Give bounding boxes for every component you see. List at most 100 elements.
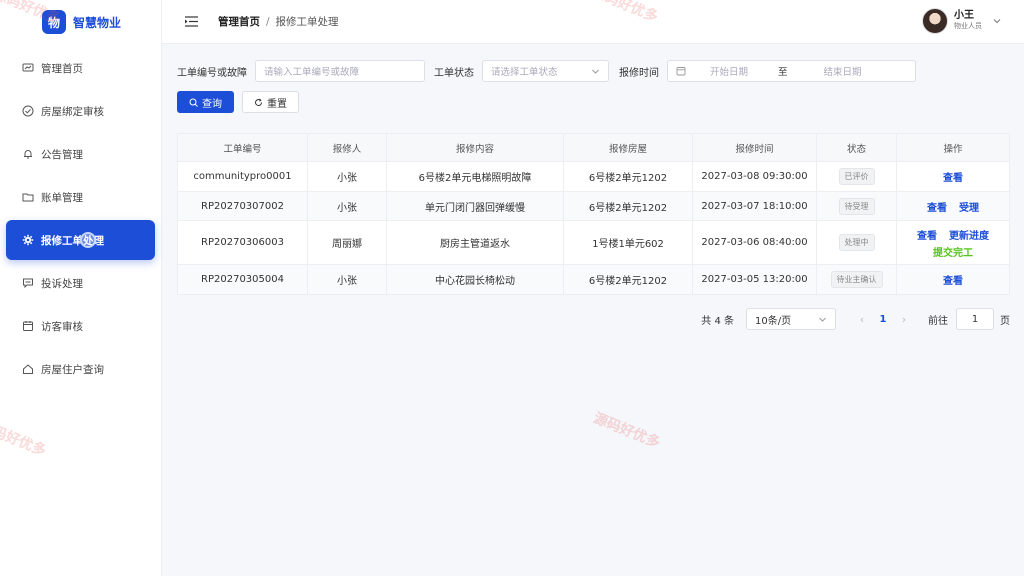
content-cell: 单元门闭门器回弹缓慢: [387, 192, 564, 220]
actions-cell: 查看 更新进度 提交完工: [897, 221, 1009, 264]
user-name: 小王: [954, 10, 974, 21]
house-cell: 6号楼2单元1202: [564, 192, 693, 220]
goto-label: 前往: [928, 315, 948, 327]
breadcrumb: 管理首页 / 报修工单处理: [218, 14, 339, 29]
column-header: 状态: [817, 134, 897, 161]
table-row: communitypro0001 小张 6号楼2单元电梯照明故障 6号楼2单元1…: [178, 162, 1009, 192]
dashboard-icon: [22, 62, 34, 74]
chevron-down-icon: [818, 315, 827, 324]
status-badge: 处理中: [838, 234, 875, 251]
sidebar-item-dashboard[interactable]: 管理首页: [6, 48, 155, 88]
search-button[interactable]: 查询: [177, 91, 234, 113]
order-id-cell: RP20270307002: [178, 192, 308, 220]
time-cell: 2027-03-06 08:40:00: [693, 221, 817, 264]
status-cell: 待业主确认: [817, 265, 897, 294]
home-icon: [22, 363, 34, 375]
avatar: [922, 8, 948, 34]
house-cell: 1号楼1单元602: [564, 221, 693, 264]
chat-icon: [22, 277, 34, 289]
gear-icon: [22, 234, 34, 246]
sidebar-item-visitors[interactable]: 访客审核: [6, 306, 155, 346]
bell-icon: [22, 148, 34, 160]
breadcrumb-separator: /: [266, 15, 270, 28]
order-id-cell: RP20270306003: [178, 221, 308, 264]
user-info: 小王 物业人员: [954, 10, 982, 32]
start-date-placeholder[interactable]: 开始日期: [710, 64, 748, 78]
submit-complete-link[interactable]: 提交完工: [933, 244, 973, 259]
watermark: 源码好优多: [591, 410, 663, 452]
status-cell: 已评价: [817, 162, 897, 191]
search-icon: [189, 98, 198, 107]
top-header: 管理首页 / 报修工单处理 小王 物业人员: [162, 0, 1024, 44]
sidebar-item-house-binding[interactable]: 房屋绑定审核: [6, 91, 155, 131]
mouse-cursor-indicator: [80, 232, 96, 248]
view-link[interactable]: 查看: [943, 272, 963, 287]
reporter-cell: 周丽娜: [308, 221, 387, 264]
chevron-down-icon: [992, 16, 1002, 26]
page-size-value: 10条/页: [755, 315, 792, 327]
sidebar-item-complaints[interactable]: 投诉处理: [6, 263, 155, 303]
actions-cell: 查看: [897, 265, 1009, 294]
table-header-row: 工单编号 报修人 报修内容 报修房屋 报修时间 状态 操作: [178, 134, 1009, 162]
status-select[interactable]: 请选择工单状态: [482, 60, 609, 82]
brand[interactable]: 物 智慧物业: [0, 0, 161, 44]
user-role: 物业人员: [954, 22, 982, 30]
goto-page-input[interactable]: 1: [956, 308, 994, 330]
next-page-button[interactable]: ›: [898, 313, 910, 326]
sidebar-item-residents[interactable]: 房屋住户查询: [6, 349, 155, 389]
sidebar: 物 智慧物业 管理首页 房屋绑定审核 公告管理 账单管理 报修工单处理 投诉处理: [0, 0, 162, 576]
brand-name: 智慧物业: [73, 15, 122, 30]
check-circle-icon: [22, 105, 34, 117]
reset-button-label: 重置: [267, 98, 287, 110]
reporter-cell: 小张: [308, 192, 387, 220]
column-header: 报修房屋: [564, 134, 693, 161]
view-link[interactable]: 查看: [927, 199, 947, 214]
end-date-placeholder[interactable]: 结束日期: [824, 64, 862, 78]
breadcrumb-home[interactable]: 管理首页: [218, 14, 260, 29]
table-row: RP20270307002 小张 单元门闭门器回弹缓慢 6号楼2单元1202 2…: [178, 192, 1009, 221]
column-header: 报修内容: [387, 134, 564, 161]
status-cell: 处理中: [817, 221, 897, 264]
order-id-cell: communitypro0001: [178, 162, 308, 191]
actions-cell: 查看: [897, 162, 1009, 191]
menu-toggle-icon[interactable]: [184, 15, 198, 29]
column-header: 操作: [943, 143, 963, 155]
sidebar-item-repair-orders[interactable]: 报修工单处理: [6, 220, 155, 260]
date-range-picker[interactable]: 开始日期 至 结束日期: [667, 60, 916, 82]
column-header: 工单编号: [178, 134, 308, 161]
brand-logo: 物: [42, 10, 66, 34]
sidebar-item-notices[interactable]: 公告管理: [6, 134, 155, 174]
status-cell: 待受理: [817, 192, 897, 220]
table-row: RP20270305004 小张 中心花园长椅松动 6号楼2单元1202 202…: [178, 265, 1009, 294]
calendar-icon: [676, 66, 686, 76]
page-navigation: ‹ 1 ›: [856, 313, 910, 326]
time-cell: 2027-03-05 13:20:00: [693, 265, 817, 294]
sidebar-item-label: 账单管理: [41, 191, 83, 204]
view-link[interactable]: 查看: [943, 169, 963, 184]
order-search-input[interactable]: 请输入工单编号或故障: [255, 60, 425, 82]
sidebar-item-label: 房屋绑定审核: [41, 105, 104, 118]
prev-page-button[interactable]: ‹: [856, 313, 868, 326]
column-header: 报修时间: [693, 134, 817, 161]
accept-link[interactable]: 受理: [959, 199, 979, 214]
chevron-down-icon: [591, 67, 600, 76]
house-cell: 6号楼2单元1202: [564, 265, 693, 294]
status-badge: 待业主确认: [830, 271, 883, 288]
reset-button[interactable]: 重置: [242, 91, 299, 113]
view-link[interactable]: 查看: [917, 227, 937, 242]
date-range-separator: 至: [778, 67, 788, 78]
page-number-current[interactable]: 1: [868, 314, 898, 325]
page-size-select[interactable]: 10条/页: [746, 308, 836, 330]
actions-cell: 查看 受理: [897, 192, 1009, 220]
user-menu[interactable]: 小王 物业人员: [922, 8, 1002, 34]
content-cell: 6号楼2单元电梯照明故障: [387, 162, 564, 191]
sidebar-item-label: 访客审核: [41, 320, 83, 333]
reporter-cell: 小张: [308, 162, 387, 191]
sidebar-item-bills[interactable]: 账单管理: [6, 177, 155, 217]
status-filter-label: 工单状态: [434, 67, 474, 79]
search-button-label: 查询: [202, 98, 222, 110]
update-progress-link[interactable]: 更新进度: [949, 227, 989, 242]
sidebar-item-label: 公告管理: [41, 148, 83, 161]
sidebar-item-label: 投诉处理: [41, 277, 83, 290]
filter-bar: 工单编号或故障 请输入工单编号或故障 工单状态 请选择工单状态 报修时间 开始日…: [177, 60, 916, 82]
